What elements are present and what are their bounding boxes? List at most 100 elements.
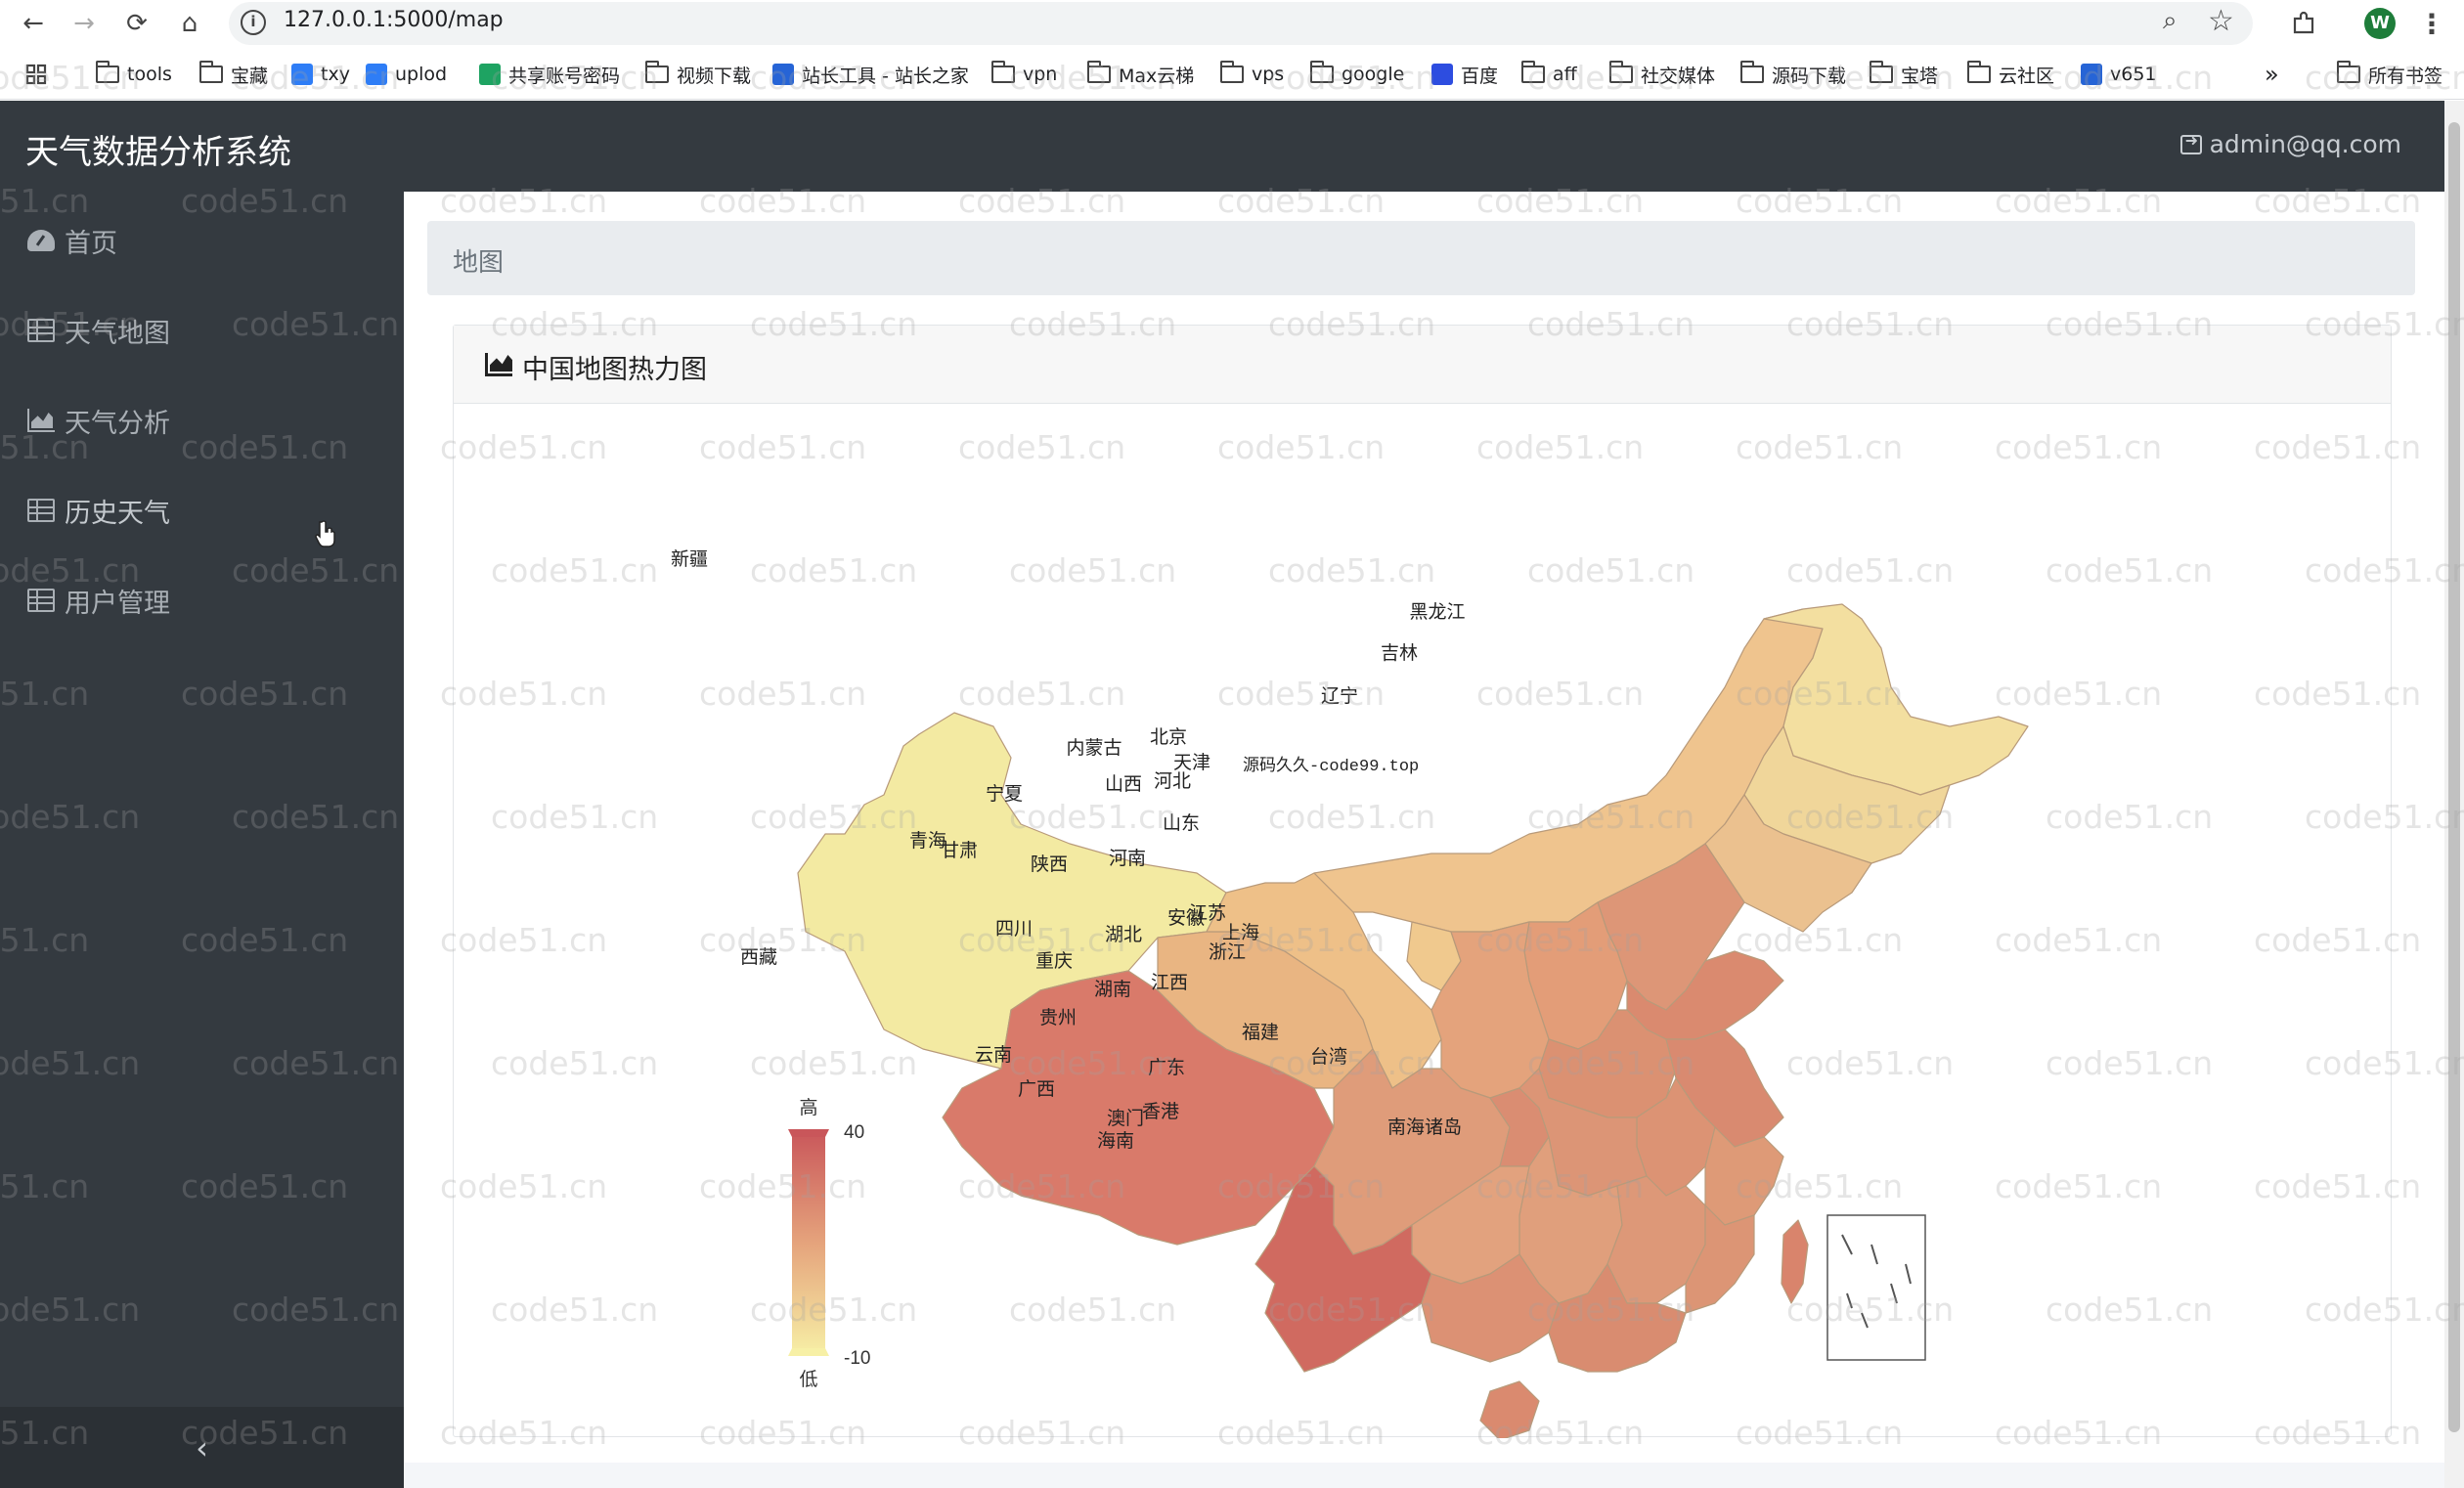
province-taiwan[interactable] <box>1781 1219 1809 1304</box>
bookmark-item[interactable]: 共享账号密码 <box>479 59 620 90</box>
bookmark-item[interactable]: uplod <box>366 59 447 90</box>
province-label: 贵州 <box>1039 1007 1077 1028</box>
page-scrollbar[interactable] <box>2444 101 2464 1488</box>
baidu-icon <box>1431 64 1453 85</box>
province-label: 湖南 <box>1094 979 1131 1000</box>
sign-out-icon <box>2179 131 2202 154</box>
sidebar-item-label: 天气分析 <box>65 408 170 439</box>
apps-grid-icon[interactable] <box>25 59 47 90</box>
folder-icon <box>644 61 669 83</box>
province-label: 香港 <box>1142 1101 1179 1122</box>
province-hainan[interactable] <box>1479 1380 1540 1438</box>
bookmark-label: v651 <box>2110 64 2157 85</box>
extensions-icon[interactable] <box>2284 4 2323 43</box>
all-bookmarks-label: 所有书签 <box>2368 65 2443 87</box>
profile-avatar[interactable]: W <box>2360 4 2399 43</box>
app-header: 天气数据分析系统 admin@qq.com <box>0 101 2444 192</box>
bookmark-label: vpn <box>1023 64 1058 85</box>
province-label: 云南 <box>975 1044 1012 1066</box>
bookmark-item[interactable]: google <box>1309 59 1404 90</box>
province-label: 陕西 <box>1031 853 1068 875</box>
user-menu[interactable]: admin@qq.com <box>2179 130 2401 158</box>
scrollbar-thumb[interactable] <box>2448 122 2460 1432</box>
visual-map-legend[interactable]: 高 40 -10 低 <box>788 1097 870 1390</box>
bookmark-item[interactable]: tools <box>95 59 172 90</box>
site-icon <box>2081 64 2102 85</box>
bookmark-label: uplod <box>395 64 448 85</box>
card-title: 中国地图热力图 <box>522 355 707 385</box>
url-text[interactable]: 127.0.0.1:5000/map <box>284 8 504 32</box>
legend-gradient-bar[interactable] <box>792 1129 825 1356</box>
browser-toolbar: ← → ⟳ ⌂ i 127.0.0.1:5000/map ⌕ ☆ W ⋮ <box>0 0 2464 51</box>
forward-arrow-icon[interactable]: → <box>65 4 104 43</box>
bookmark-item[interactable]: 百度 <box>1431 59 1498 90</box>
province-label: 重庆 <box>1035 950 1073 972</box>
bookmark-item[interactable]: 宝塔 <box>1869 59 1939 90</box>
card-header: 中国地图热力图 <box>454 326 2391 404</box>
sidebar-item-label: 用户管理 <box>65 588 170 619</box>
site-info-icon[interactable]: i <box>241 10 266 35</box>
province-label: 内蒙古 <box>1066 737 1122 759</box>
province-label: 西藏 <box>740 946 777 968</box>
china-heatmap[interactable]: 新疆西藏青海甘肃宁夏内蒙古黑龙江吉林辽宁北京天津河北山西山东陕西 河南江苏安徽上海… <box>454 404 2393 1438</box>
sidebar-item-label: 历史天气 <box>65 498 170 529</box>
bookmark-item[interactable]: 宝藏 <box>198 59 268 90</box>
bookmark-item[interactable]: 视频下载 <box>644 59 751 90</box>
bookmark-label: 云社区 <box>1999 65 2055 87</box>
province-label: 福建 <box>1242 1022 1279 1043</box>
bookmark-label: tools <box>127 64 172 85</box>
bookmark-item[interactable]: txy <box>291 59 350 90</box>
bookmark-item[interactable]: vps <box>1219 59 1284 90</box>
back-arrow-icon[interactable]: ← <box>14 4 53 43</box>
sidebar-collapse-button[interactable]: ‹ <box>0 1407 404 1488</box>
bookmark-item[interactable]: aff <box>1520 59 1577 90</box>
province-label: 甘肃 <box>941 840 978 861</box>
legend-high-handle[interactable] <box>788 1129 829 1137</box>
legend-low-handle[interactable] <box>788 1348 829 1356</box>
folder-icon <box>990 61 1015 83</box>
province-label: 台湾 <box>1310 1046 1347 1068</box>
sidebar: 首页 天气地图 天气分析 历史天气 用户管理 ‹ <box>0 192 404 1488</box>
province-label: 广西 <box>1018 1078 1055 1100</box>
sidebar-item-history-weather[interactable]: 历史天气 <box>27 489 170 532</box>
bookmark-label: 宝塔 <box>1901 65 1939 87</box>
bookmark-item[interactable]: 云社区 <box>1966 59 2055 90</box>
province-label: 北京 <box>1150 726 1187 748</box>
legend-max-value: 40 <box>844 1122 864 1143</box>
breadcrumb: 地图 <box>427 221 2415 295</box>
sidebar-item-home[interactable]: 首页 <box>27 219 117 262</box>
cloud-icon <box>366 64 387 85</box>
app-brand[interactable]: 天气数据分析系统 <box>25 125 291 173</box>
bookmark-item[interactable]: 社交媒体 <box>1608 59 1715 90</box>
folder-icon <box>198 61 223 83</box>
user-email: admin@qq.com <box>2209 130 2401 158</box>
bookmark-star-icon[interactable]: ☆ <box>2208 4 2234 38</box>
reload-icon[interactable]: ⟳ <box>117 4 156 43</box>
bookmark-item[interactable]: v651 <box>2081 59 2157 90</box>
more-bookmarks-button[interactable]: » <box>2265 59 2279 90</box>
address-bar[interactable]: i 127.0.0.1:5000/map ⌕ ☆ <box>229 2 2253 45</box>
bookmark-item[interactable]: 站长工具 - 站长之家 <box>772 59 969 90</box>
area-chart-icon <box>485 353 512 376</box>
home-icon[interactable]: ⌂ <box>170 4 209 43</box>
table-icon <box>27 589 55 612</box>
menu-kebab-icon[interactable]: ⋮ <box>2415 4 2448 43</box>
bookmark-item[interactable]: Max云梯 <box>1086 59 1194 90</box>
folder-icon <box>1086 61 1111 83</box>
province-label: 河北 <box>1154 770 1191 792</box>
sidebar-item-weather-analysis[interactable]: 天气分析 <box>27 399 170 442</box>
sidebar-item-weather-map[interactable]: 天气地图 <box>27 309 170 352</box>
breadcrumb-item: 地图 <box>453 248 505 278</box>
bookmark-item[interactable]: 源码下载 <box>1739 59 1847 90</box>
bookmarks-bar: tools 宝藏 txy uplod 共享账号密码 视频下载 站长工具 - 站长之家 vpn M… <box>0 51 2464 100</box>
bookmark-item[interactable]: vpn <box>990 59 1058 90</box>
content-wrapper: 地图 中国地图热力图 新疆 西藏 青海 甘肃 宁夏 内蒙古 黑龙江 吉林 辽宁 … <box>404 192 2444 1463</box>
province-label: 南海诸岛 <box>1387 1116 1462 1138</box>
legend-min-value: -10 <box>844 1348 870 1369</box>
sidebar-item-user-management[interactable]: 用户管理 <box>27 579 170 622</box>
all-bookmarks-folder[interactable]: 所有书签 <box>2336 59 2443 90</box>
province-label: 吉林 <box>1381 642 1418 664</box>
bookmark-label: 源码下载 <box>1772 65 1847 87</box>
south-sea-inset <box>1826 1214 1926 1361</box>
zoom-icon[interactable]: ⌕ <box>2163 6 2178 36</box>
